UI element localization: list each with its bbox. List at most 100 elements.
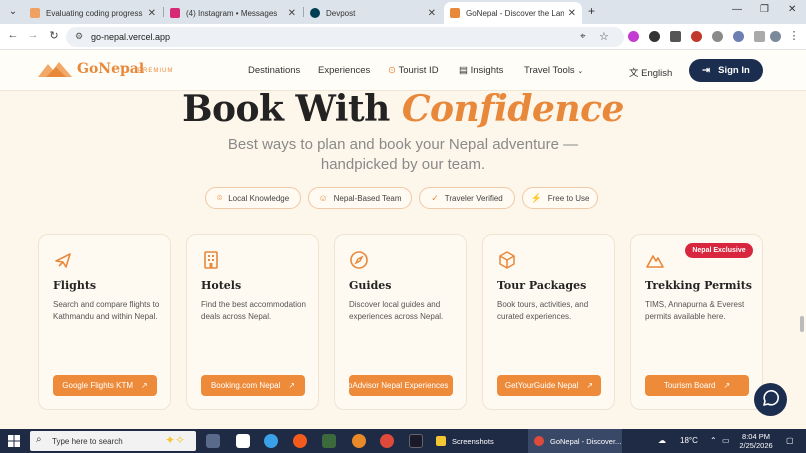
card-description: Search and compare flights to Kathmandu … bbox=[53, 300, 160, 321]
zap-icon: ⚡ bbox=[530, 192, 542, 203]
sign-in-label: Sign In bbox=[718, 65, 750, 76]
task-view-icon[interactable] bbox=[206, 434, 220, 448]
extension-icon[interactable] bbox=[733, 31, 744, 42]
tab-title: Devpost bbox=[326, 8, 356, 18]
gonepal-favicon bbox=[450, 8, 460, 18]
external-link-icon: ↗ bbox=[723, 381, 731, 390]
hero-title-accent: Confidence bbox=[401, 88, 625, 130]
nav-travel-tools[interactable]: Travel Tools ⌄ bbox=[524, 65, 583, 76]
users-icon: ☺ bbox=[318, 193, 328, 203]
window-close-icon[interactable]: ✕ bbox=[788, 4, 796, 15]
close-icon[interactable]: ✕ bbox=[568, 8, 576, 19]
nav-destinations[interactable]: Destinations bbox=[248, 65, 300, 76]
taskbar-screenshots[interactable]: Screenshots bbox=[430, 429, 524, 453]
taskbar-gonepal[interactable]: GoNepal - Discover... bbox=[528, 429, 622, 453]
notification-icon[interactable]: ▢ bbox=[786, 436, 794, 445]
taskbar-clock[interactable]: 8:04 PM 2/25/2026 bbox=[736, 432, 776, 450]
back-icon[interactable]: ← bbox=[5, 29, 21, 41]
media-app-icon[interactable] bbox=[352, 434, 366, 448]
location-icon[interactable]: ⌖ bbox=[580, 31, 586, 42]
address-bar[interactable]: ⚙ go-nepal.vercel.app ⌖ ☆ bbox=[66, 27, 624, 47]
external-link-icon: ↗ bbox=[288, 381, 296, 390]
close-icon[interactable]: ✕ bbox=[428, 8, 436, 19]
terminal-icon[interactable] bbox=[409, 434, 423, 448]
url-text[interactable]: go-nepal.vercel.app bbox=[91, 32, 170, 42]
chip-free-to-use: ⚡ Free to Use bbox=[522, 187, 598, 209]
minimize-icon[interactable]: — bbox=[732, 4, 742, 15]
shield-icon[interactable] bbox=[712, 31, 723, 42]
firefox-icon[interactable] bbox=[293, 434, 307, 448]
bookmark-star-icon[interactable]: ☆ bbox=[599, 30, 609, 43]
newspaper-icon: ▤ bbox=[459, 65, 468, 76]
extension-icon[interactable] bbox=[691, 31, 702, 42]
copilot-icon[interactable] bbox=[264, 434, 278, 448]
card-trekking-permits: Trekking Permits TIMS, Annapurna & Evere… bbox=[630, 234, 763, 410]
button-label: Booking.com Nepal bbox=[210, 381, 281, 390]
taskbar-search[interactable]: ⌕ Type here to search ✦✧ bbox=[30, 431, 196, 451]
nav-label: Travel Tools bbox=[524, 65, 575, 76]
tourism-board-button[interactable]: Tourism Board ↗ bbox=[645, 375, 749, 396]
browser-toolbar: ← → ↻ ⚙ go-nepal.vercel.app ⌖ ☆ ⋮ bbox=[0, 24, 806, 50]
card-description: Find the best accommodation deals across… bbox=[201, 300, 306, 321]
site-info-icon[interactable]: ⚙ bbox=[75, 31, 83, 42]
chrome-icon[interactable] bbox=[380, 434, 394, 448]
card-guides: Guides Discover local guides and experie… bbox=[334, 234, 467, 410]
card-title: Flights bbox=[53, 279, 97, 292]
scrollbar-thumb[interactable] bbox=[800, 316, 804, 332]
button-label: Google Flights KTM bbox=[62, 381, 133, 390]
network-icon[interactable]: ▭ bbox=[722, 436, 730, 445]
card-hotels: Hotels Find the best accommodation deals… bbox=[186, 234, 319, 410]
card-title: Trekking Permits bbox=[645, 279, 752, 292]
package-icon bbox=[499, 251, 515, 269]
booking-com-button[interactable]: Booking.com Nepal ↗ bbox=[201, 375, 305, 396]
card-flights: Flights Search and compare flights to Ka… bbox=[38, 234, 171, 410]
new-tab-button[interactable]: + bbox=[588, 4, 595, 18]
puzzle-icon[interactable] bbox=[754, 31, 765, 42]
browser-tab[interactable]: (4) Instagram • Messages ✕ bbox=[164, 2, 302, 24]
chevron-up-icon[interactable]: ⌃ bbox=[710, 436, 717, 445]
tab-title: GoNepal - Discover the Land of bbox=[466, 8, 564, 18]
profile-avatar[interactable] bbox=[770, 31, 781, 42]
close-icon[interactable]: ✕ bbox=[288, 8, 296, 19]
sign-in-button[interactable]: ⇥ Sign In bbox=[689, 59, 763, 82]
site-header: GoNepal PREMIUM Destinations Experiences… bbox=[0, 50, 806, 91]
nav-insights[interactable]: ▤ Insights bbox=[459, 65, 503, 76]
tab-title: Evaluating coding progress as a bbox=[46, 8, 144, 18]
restore-icon[interactable]: ❐ bbox=[760, 4, 769, 15]
google-flights-button[interactable]: Google Flights KTM ↗ bbox=[53, 375, 157, 396]
tripadvisor-button[interactable]: TripAdvisor Nepal Experiences↗ bbox=[349, 375, 453, 396]
weather-icon[interactable]: ☁ bbox=[658, 436, 666, 445]
browser-menu-icon[interactable]: ⋮ bbox=[786, 29, 802, 42]
logo-text[interactable]: GoNepal bbox=[77, 61, 144, 77]
login-icon: ⇥ bbox=[702, 65, 711, 76]
close-icon[interactable]: ✕ bbox=[148, 8, 156, 19]
nav-tourist-id[interactable]: ⊙ Tourist ID bbox=[388, 65, 439, 76]
browser-tab-active[interactable]: GoNepal - Discover the Land of ✕ bbox=[444, 2, 582, 24]
external-link-icon: ↗ bbox=[141, 381, 148, 390]
tab-search-button[interactable]: ⌄ bbox=[4, 4, 22, 20]
windows-start-icon[interactable] bbox=[8, 435, 20, 447]
reload-icon[interactable]: ↻ bbox=[46, 29, 62, 42]
browser-tab[interactable]: Devpost ✕ bbox=[304, 2, 442, 24]
chat-button[interactable] bbox=[754, 383, 787, 416]
chat-bubble-icon bbox=[763, 390, 779, 406]
mountain-icon bbox=[646, 255, 664, 268]
extension-icon[interactable] bbox=[649, 31, 660, 42]
extension-icon[interactable] bbox=[628, 31, 639, 42]
plane-icon bbox=[55, 253, 71, 268]
nav-experiences[interactable]: Experiences bbox=[318, 65, 370, 76]
chip-traveler-verified: ✓ Traveler Verified bbox=[419, 187, 515, 209]
language-selector[interactable]: 文 English bbox=[629, 65, 672, 79]
forward-icon[interactable]: → bbox=[25, 29, 41, 41]
notion-icon[interactable] bbox=[236, 434, 250, 448]
temperature[interactable]: 18°C bbox=[680, 436, 698, 445]
getyourguide-button[interactable]: GetYourGuide Nepal ↗ bbox=[497, 375, 601, 396]
mountain-logo-icon[interactable] bbox=[38, 61, 72, 77]
tab-favicon bbox=[30, 8, 40, 18]
browser-tab[interactable]: Evaluating coding progress as a ✕ bbox=[24, 2, 162, 24]
capcut-icon[interactable] bbox=[322, 434, 336, 448]
extension-icon[interactable] bbox=[670, 31, 681, 42]
search-placeholder: Type here to search bbox=[52, 437, 123, 446]
search-icon: ⌕ bbox=[36, 434, 42, 445]
instagram-icon bbox=[170, 8, 180, 18]
